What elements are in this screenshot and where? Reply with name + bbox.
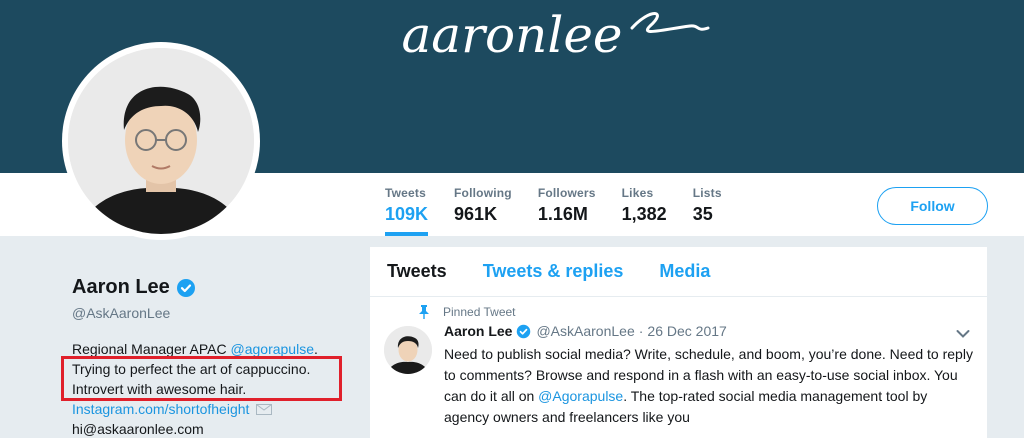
profile-avatar[interactable]	[62, 42, 260, 240]
tab-tweets[interactable]: Tweets	[387, 261, 447, 282]
profile-handle[interactable]: @AskAaronLee	[72, 305, 362, 321]
profile-stats: Tweets 109K Following 961K Followers 1.1…	[372, 180, 735, 236]
tweet-author-handle[interactable]: @AskAaronLee	[536, 323, 634, 339]
profile-website-link[interactable]: Instagram.com/shortofheight	[72, 401, 249, 417]
stat-lists[interactable]: Lists 35	[680, 180, 735, 236]
stat-label: Likes	[621, 186, 654, 200]
bio-mention-link[interactable]: @agorapulse	[231, 341, 315, 357]
svg-text:aaronlee: aaronlee	[402, 6, 623, 64]
timeline-tabs: Tweets Tweets & replies Media	[370, 247, 987, 297]
tab-media[interactable]: Media	[659, 261, 710, 282]
chevron-down-icon[interactable]	[956, 329, 970, 339]
timeline: Tweets Tweets & replies Media Pinned Twe…	[370, 247, 987, 438]
bio-line: Trying to perfect the art of cappuccino.	[72, 361, 311, 377]
stat-tweets[interactable]: Tweets 109K	[372, 180, 441, 236]
bio-text: .	[314, 341, 318, 357]
separator-dot: ·	[638, 323, 644, 339]
profile-bio: Regional Manager APAC @agorapulse. Tryin…	[72, 339, 362, 438]
tweet-text: Need to publish social media? Write, sch…	[444, 344, 974, 428]
pinned-label-row: Pinned Tweet	[418, 305, 516, 319]
stat-likes[interactable]: Likes 1,382	[609, 180, 680, 236]
verified-badge-icon	[176, 278, 195, 297]
profile-email: hi@askaaronlee.com	[72, 421, 204, 437]
stat-value: 1,382	[621, 204, 667, 224]
pinned-label: Pinned Tweet	[443, 305, 516, 319]
bio-text: Regional Manager APAC	[72, 341, 231, 357]
stat-label: Lists	[692, 186, 722, 200]
bio-line: Regional Manager APAC @agorapulse.	[72, 339, 362, 359]
follow-button[interactable]: Follow	[877, 187, 988, 225]
stat-value: 1.16M	[537, 204, 588, 224]
tab-tweets-and-replies[interactable]: Tweets & replies	[483, 261, 624, 282]
stat-value: 35	[692, 204, 713, 224]
stat-followers[interactable]: Followers 1.16M	[525, 180, 609, 236]
pin-icon	[419, 305, 429, 319]
bio-line: Introvert with awesome hair.	[72, 381, 247, 397]
stat-label: Tweets	[385, 186, 426, 200]
stat-value: 961K	[454, 204, 498, 224]
stat-label: Following	[454, 186, 512, 200]
stat-value: 109K	[385, 204, 429, 224]
verified-badge-icon	[517, 324, 531, 338]
stat-following[interactable]: Following 961K	[441, 180, 525, 236]
tweet-avatar[interactable]	[384, 326, 432, 374]
profile-name-row: Aaron Lee	[72, 276, 362, 299]
envelope-icon	[256, 404, 273, 415]
tweet-header: Aaron Lee @AskAaronLee · 26 Dec 2017	[444, 323, 727, 339]
tweet-mention-link[interactable]: @Agorapulse	[538, 388, 623, 404]
profile-card: Aaron Lee @AskAaronLee Regional Manager …	[61, 276, 362, 438]
profile-name[interactable]: Aaron Lee	[72, 276, 170, 299]
tweet-date[interactable]: 26 Dec 2017	[647, 323, 726, 339]
stat-label: Followers	[537, 186, 596, 200]
tweet-author-name[interactable]: Aaron Lee	[444, 323, 512, 339]
